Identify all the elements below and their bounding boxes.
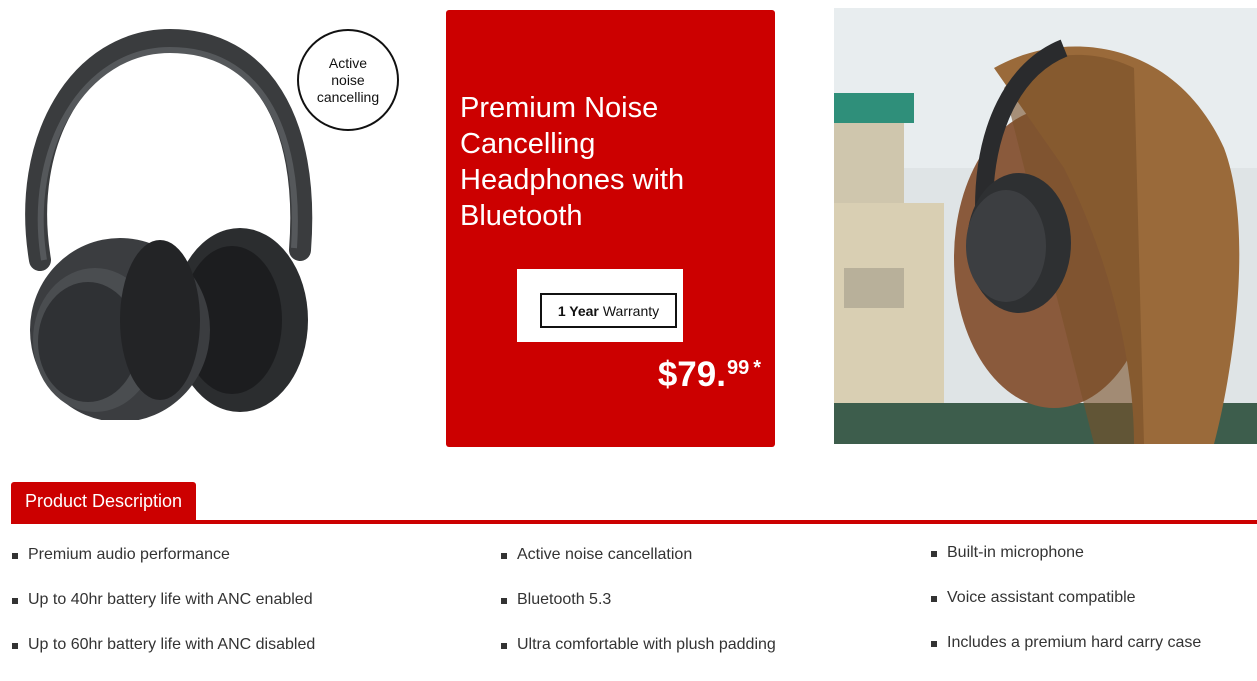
bullet-icon [501, 553, 507, 559]
feature-item: Bluetooth 5.3 [501, 591, 776, 636]
bullet-icon [12, 598, 18, 604]
feature-text: Ultra comfortable with plush padding [517, 636, 776, 653]
anc-badge-text: Active noise cancelling [316, 54, 380, 105]
bullet-icon [501, 598, 507, 604]
feature-item: Voice assistant compatible [931, 589, 1201, 634]
bullet-icon [931, 551, 937, 557]
bullet-icon [931, 596, 937, 602]
warranty-label: 1 Year Warranty [540, 293, 677, 328]
warranty-duration: 1 Year [557, 302, 599, 319]
price-footnote-marker: * [753, 357, 761, 379]
product-title: Premium Noise Cancelling Headphones with… [460, 92, 685, 232]
lifestyle-photo [834, 8, 1257, 444]
feature-item: Up to 40hr battery life with ANC enabled [12, 591, 315, 636]
feature-item: Built-in microphone [931, 544, 1201, 589]
features-column-2: Active noise cancellation Bluetooth 5.3 … [501, 546, 776, 681]
feature-text: Includes a premium hard carry case [947, 634, 1202, 651]
feature-text: Active noise cancellation [517, 546, 693, 563]
features-column-1: Premium audio performance Up to 40hr bat… [12, 546, 315, 681]
feature-item: Ultra comfortable with plush padding [501, 636, 776, 681]
feature-text: Voice assistant compatible [947, 589, 1136, 606]
features-column-3: Built-in microphone Voice assistant comp… [931, 544, 1201, 679]
feature-item: Active noise cancellation [501, 546, 776, 591]
feature-item: Premium audio performance [12, 546, 315, 591]
warranty-badge: 1 Year Warranty [517, 269, 683, 342]
anc-badge: Active noise cancelling [297, 29, 399, 131]
bullet-icon [12, 553, 18, 559]
promo-panel: Premium Noise Cancelling Headphones with… [446, 10, 775, 447]
bullet-icon [931, 641, 937, 647]
bullet-icon [12, 643, 18, 649]
feature-text: Bluetooth 5.3 [517, 591, 612, 608]
feature-text: Up to 40hr battery life with ANC enabled [28, 591, 313, 608]
tab-product-description[interactable]: Product Description [11, 482, 197, 521]
warranty-text: Warranty [602, 302, 660, 319]
bullet-icon [501, 643, 507, 649]
feature-text: Built-in microphone [947, 544, 1084, 561]
feature-item: Includes a premium hard carry case [931, 634, 1201, 679]
price-cents: 99 [726, 357, 750, 379]
price-main: $79. [657, 355, 726, 394]
tab-divider [11, 520, 1257, 524]
feature-text: Up to 60hr battery life with ANC disable… [28, 636, 316, 653]
price: $79. 99 * [658, 356, 761, 394]
feature-item: Up to 60hr battery life with ANC disable… [12, 636, 315, 681]
feature-text: Premium audio performance [28, 546, 230, 563]
